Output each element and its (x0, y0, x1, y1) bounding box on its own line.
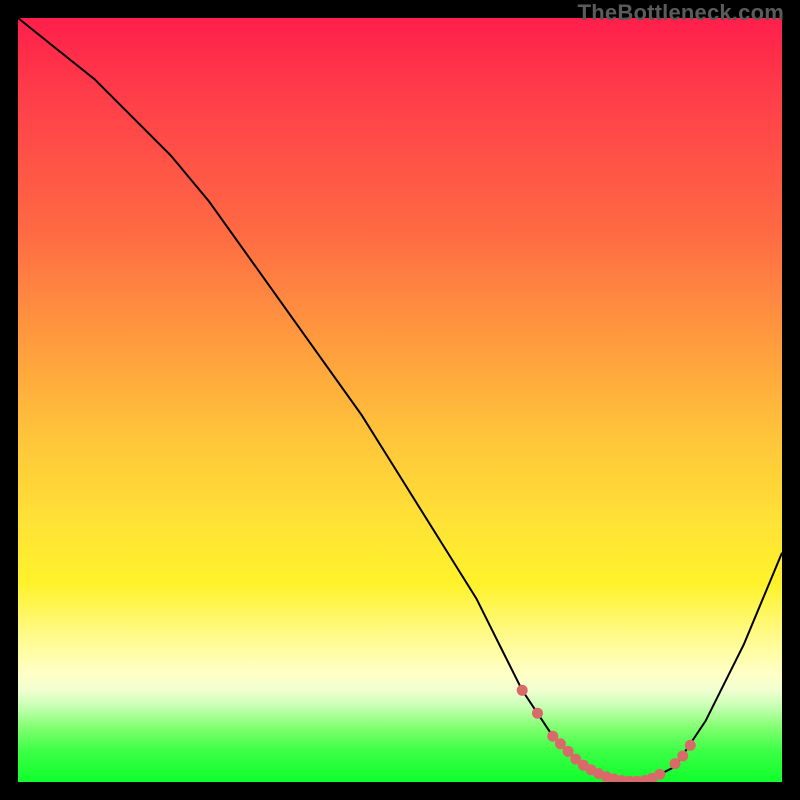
marker-dot (532, 708, 543, 719)
chart-plot-area (18, 18, 782, 782)
marker-dot (654, 769, 665, 780)
marker-dot (517, 685, 528, 696)
watermark-text: TheBottleneck.com (578, 0, 784, 26)
chart-marker-dots (18, 18, 782, 782)
marker-dot (685, 740, 696, 751)
marker-dot (677, 751, 688, 762)
